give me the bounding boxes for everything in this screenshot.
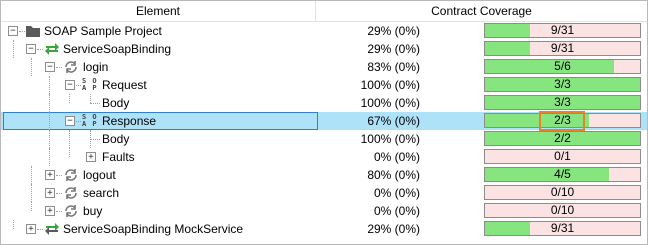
operation-refresh-icon	[65, 205, 77, 217]
tree-row-label: buy	[83, 204, 103, 218]
column-header-element[interactable]: Element	[1, 1, 316, 21]
expand-toggle[interactable]: +	[45, 206, 55, 216]
coverage-bar: 3/3	[484, 77, 641, 92]
coverage-tree-table: Element Contract Coverage − SOAP Sample …	[0, 0, 648, 245]
tree-row-operation-logout[interactable]: + logout 80% (0%) 4/5	[1, 166, 647, 184]
tree-row-operation-buy[interactable]: + buy 0% (0%) 0/10	[1, 202, 647, 220]
coverage-count: 0/10	[550, 203, 575, 217]
coverage-bar: 0/10	[484, 185, 641, 200]
coverage-count: 2/3	[554, 113, 571, 127]
collapse-toggle[interactable]: −	[8, 26, 18, 36]
coverage-percent: 100% (0%)	[360, 78, 420, 92]
tree-row-label: login	[83, 60, 109, 74]
soap-icon: S OA P	[82, 113, 98, 128]
coverage-count: 5/6	[554, 59, 571, 73]
binding-arrows-icon	[45, 43, 59, 55]
tree-row-operation-login[interactable]: − login 83% (0%) 5/6	[1, 58, 647, 76]
expand-toggle[interactable]: +	[26, 224, 36, 234]
expand-toggle[interactable]: +	[45, 188, 55, 198]
tree-row-faults[interactable]: + Faults 0% (0%) 0/1	[1, 148, 647, 166]
coverage-percent: 29% (0%)	[367, 222, 420, 236]
tree-row-response[interactable]: − S OA P Response 67% (0%) 2/3	[1, 112, 647, 130]
tree-row-request[interactable]: − S OA P Request 100% (0%) 3/3	[1, 76, 647, 94]
coverage-count: 9/31	[550, 221, 575, 235]
collapse-toggle[interactable]: −	[65, 116, 75, 126]
coverage-count: 0/1	[554, 149, 571, 163]
tree-row-binding[interactable]: − ServiceSoapBinding 29% (0%) 9/31	[1, 40, 647, 58]
operation-refresh-icon	[65, 169, 77, 181]
operation-refresh-icon	[65, 61, 77, 73]
tree-row-label: Response	[102, 114, 157, 128]
tree-row-label: SOAP Sample Project	[44, 24, 162, 38]
tree-row-operation-search[interactable]: + search 0% (0%) 0/10	[1, 184, 647, 202]
table-header: Element Contract Coverage	[1, 1, 647, 22]
tree-row-label: Body	[102, 96, 130, 110]
coverage-count: 2/2	[554, 131, 571, 145]
coverage-percent: 83% (0%)	[367, 60, 420, 74]
expand-toggle[interactable]: +	[86, 152, 96, 162]
expand-toggle[interactable]: +	[45, 170, 55, 180]
tree-row-label: logout	[83, 168, 116, 182]
coverage-percent: 100% (0%)	[360, 96, 420, 110]
coverage-bar: 5/6	[484, 59, 641, 74]
collapse-toggle[interactable]: −	[26, 44, 36, 54]
coverage-bar: 0/10	[484, 203, 641, 218]
coverage-bar: 3/3	[484, 95, 641, 110]
tree-row-response-body[interactable]: Body 100% (0%) 2/2	[1, 130, 647, 148]
coverage-bar: 2/2	[484, 131, 641, 146]
coverage-percent: 0% (0%)	[373, 186, 420, 200]
coverage-count: 9/31	[550, 23, 575, 37]
coverage-count: 4/5	[554, 167, 571, 181]
coverage-count: 9/31	[550, 41, 575, 55]
mock-service-arrows-icon	[45, 223, 59, 235]
collapse-toggle[interactable]: −	[45, 62, 55, 72]
coverage-bar: 9/31	[484, 23, 641, 38]
coverage-percent: 29% (0%)	[367, 42, 420, 56]
tree-row-request-body[interactable]: Body 100% (0%) 3/3	[1, 94, 647, 112]
collapse-toggle[interactable]: −	[65, 80, 75, 90]
folder-icon	[26, 26, 40, 37]
coverage-percent: 67% (0%)	[367, 114, 420, 128]
coverage-percent: 100% (0%)	[360, 132, 420, 146]
coverage-bar: 4/5	[484, 167, 641, 182]
coverage-count: 3/3	[554, 77, 571, 91]
coverage-bar: 9/31	[484, 221, 641, 236]
tree-row-label: search	[83, 186, 120, 200]
tree-row-label: Request	[102, 78, 147, 92]
tree-row-label: ServiceSoapBinding MockService	[63, 222, 244, 236]
tree-row-label: Faults	[102, 150, 135, 164]
tree-row-label: Body	[102, 132, 130, 146]
coverage-percent: 0% (0%)	[373, 150, 420, 164]
operation-refresh-icon	[65, 187, 77, 199]
coverage-percent: 29% (0%)	[367, 24, 420, 38]
column-header-coverage[interactable]: Contract Coverage	[316, 1, 647, 21]
coverage-bar: 0/1	[484, 149, 641, 164]
coverage-bar: 9/31	[484, 41, 641, 56]
tree-row-mock-service[interactable]: + ServiceSoapBinding MockService 29% (0%…	[1, 220, 647, 238]
coverage-percent: 80% (0%)	[367, 168, 420, 182]
coverage-percent: 0% (0%)	[373, 204, 420, 218]
coverage-count: 3/3	[554, 95, 571, 109]
tree-row-project[interactable]: − SOAP Sample Project 29% (0%) 9/31	[1, 22, 647, 40]
coverage-count: 0/10	[550, 185, 575, 199]
coverage-bar: 2/3	[484, 113, 641, 128]
soap-icon: S OA P	[82, 77, 98, 92]
tree-row-label: ServiceSoapBinding	[63, 42, 172, 56]
